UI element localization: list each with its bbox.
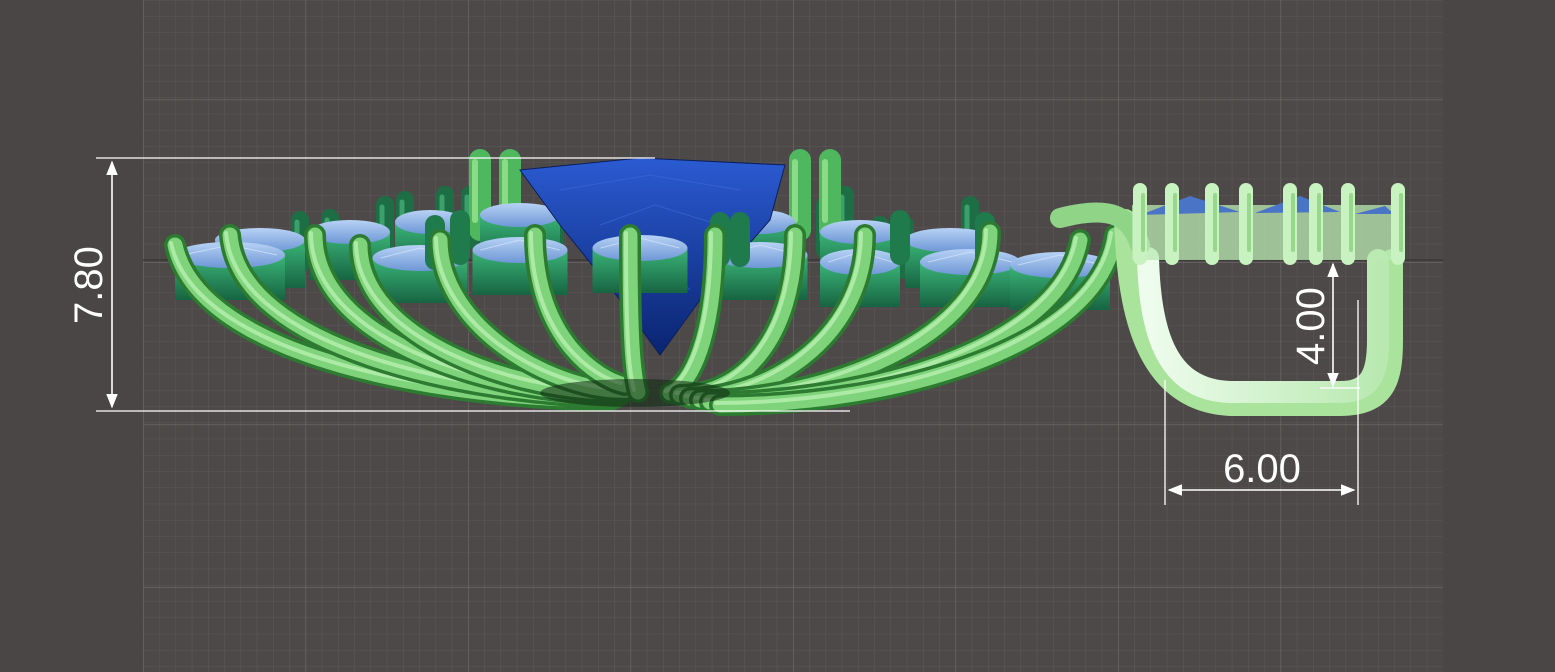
stone: [472, 237, 568, 263]
dimension-label-bail-height: 4.00: [1289, 287, 1333, 365]
stone: [920, 249, 1020, 275]
dimension-label-bail-width: 6.00: [1223, 447, 1301, 491]
cad-viewport[interactable]: 7.80 4.00 6.00: [0, 0, 1555, 672]
viewport-canvas[interactable]: 7.80 4.00 6.00: [0, 0, 1555, 672]
prong-shadow: [540, 379, 730, 407]
dimension-label-height: 7.80: [67, 246, 111, 324]
